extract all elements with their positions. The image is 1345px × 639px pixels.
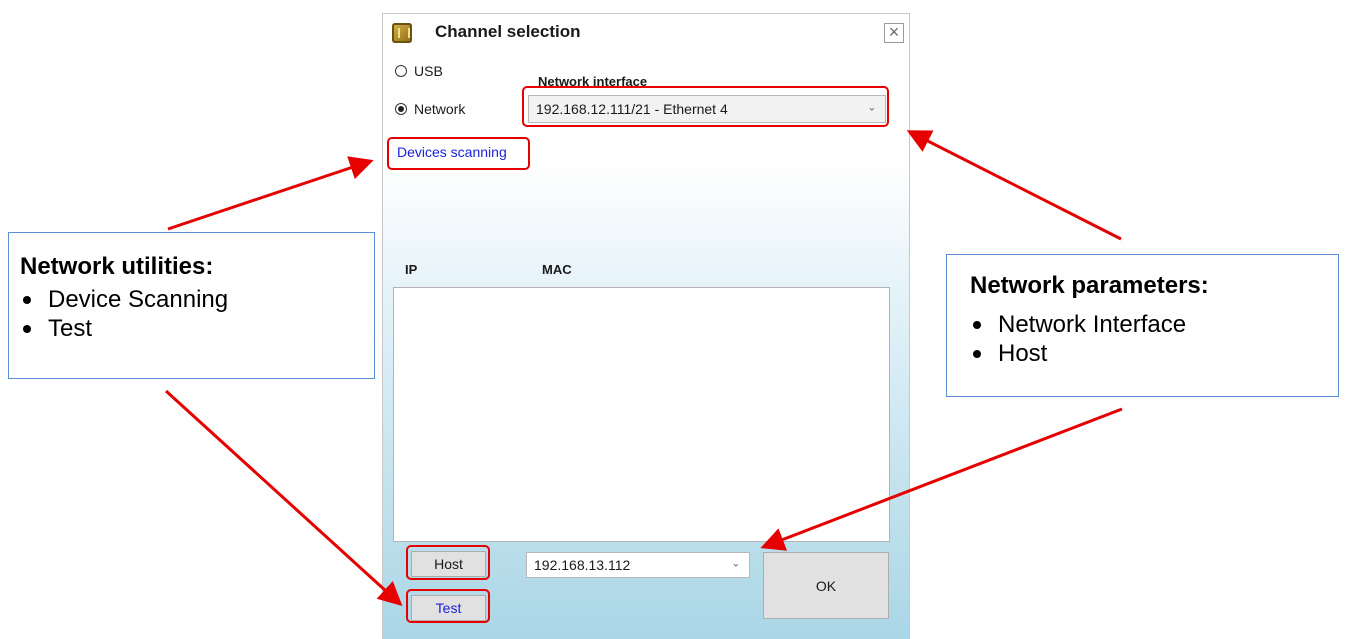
network-utilities-callout: Network utilities: Device Scanning Test (8, 232, 375, 379)
list-item: Host (968, 339, 1186, 368)
callout-list: Network Interface Host (968, 310, 1186, 368)
usb-radio-label: USB (414, 63, 443, 79)
arrow-to-test (164, 389, 403, 607)
list-item: Test (18, 314, 228, 343)
ok-button[interactable]: OK (763, 552, 889, 619)
close-icon[interactable]: × (884, 23, 904, 43)
callout-list: Device Scanning Test (18, 285, 228, 343)
callout-heading: Network parameters: (970, 272, 1209, 299)
devices-list[interactable] (393, 287, 890, 542)
callout-heading: Network utilities: (20, 253, 214, 280)
app-icon (392, 23, 412, 43)
network-radio-label: Network (414, 101, 466, 117)
network-radio-option[interactable]: Network (395, 101, 465, 117)
chevron-down-icon: ⌄ (731, 558, 740, 570)
dialog-title: Channel selection (435, 22, 581, 41)
network-interface-highlight (522, 86, 889, 127)
usb-radio-button[interactable] (395, 65, 407, 77)
host-value: 192.168.13.112 (534, 557, 631, 573)
host-select[interactable]: 192.168.13.112 ⌄ (526, 552, 750, 578)
usb-radio-option[interactable]: USB (395, 63, 443, 79)
title-bar: Channel selection × (383, 14, 909, 52)
arrow-to-network-interface (906, 130, 1122, 241)
test-highlight (406, 589, 490, 623)
network-parameters-callout: Network parameters: Network Interface Ho… (946, 254, 1339, 397)
devices-scanning-highlight (387, 137, 530, 170)
list-item: Network Interface (968, 310, 1186, 339)
list-item: Device Scanning (18, 285, 228, 314)
host-highlight (406, 545, 490, 580)
mac-column-header: MAC (542, 262, 572, 277)
ip-column-header: IP (405, 262, 418, 277)
arrow-to-devices-scanning (167, 156, 374, 231)
network-radio-button[interactable] (395, 103, 407, 115)
